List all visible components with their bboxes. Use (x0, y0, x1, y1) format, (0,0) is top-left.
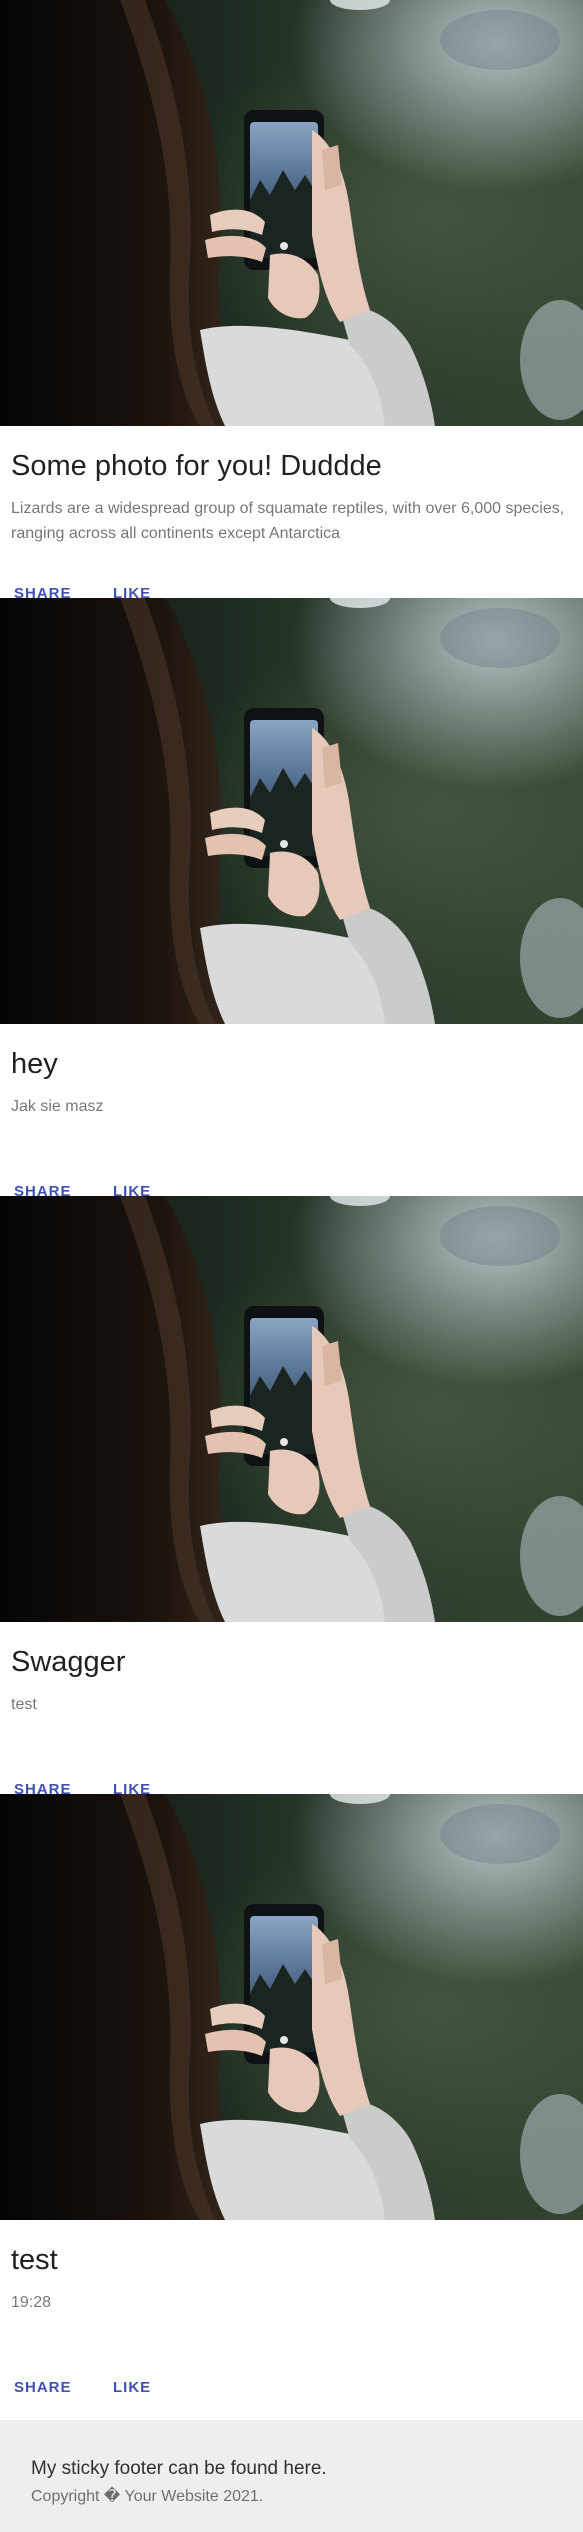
card-photo-svg (0, 1794, 583, 2220)
share-button[interactable]: SHARE (14, 1781, 72, 1794)
card-title: Swagger (11, 1646, 126, 1678)
like-button[interactable]: LIKE (113, 2379, 151, 2393)
card-description: Jak sie masz (11, 1098, 104, 1115)
footer-copyright: Copyright � Your Website 2021. (31, 2488, 264, 2505)
sticky-footer: My sticky footer can be found here. Copy… (0, 2420, 583, 2532)
like-button[interactable]: LIKE (113, 585, 151, 598)
card-image[interactable] (0, 1794, 583, 2220)
card-photo-svg (0, 0, 583, 426)
share-button[interactable]: SHARE (14, 585, 72, 598)
card-title: test (11, 2244, 58, 2276)
card-description: test (11, 1696, 37, 1713)
card-description: 19:28 (11, 2294, 52, 2311)
photo-card: Swagger test SHARE LIKE (0, 1196, 583, 1794)
share-button[interactable]: SHARE (14, 2379, 72, 2393)
card-title: Some photo for you! Duddde (11, 450, 382, 482)
card-image[interactable] (0, 1196, 583, 1622)
card-title: hey (11, 1048, 58, 1080)
footer-text: My sticky footer can be found here. (31, 2458, 327, 2479)
like-button[interactable]: LIKE (113, 1781, 151, 1794)
card-image[interactable] (0, 0, 583, 426)
card-description: Lizards are a widespread group of squama… (11, 500, 565, 542)
card-photo-svg (0, 598, 583, 1024)
page: Some photo for you! Duddde Lizards are a… (0, 0, 583, 2532)
card-photo-svg (0, 1196, 583, 1622)
photo-card: hey Jak sie masz SHARE LIKE (0, 598, 583, 1196)
photo-card: test 19:28 SHARE LIKE (0, 1794, 583, 2393)
like-button[interactable]: LIKE (113, 1183, 151, 1196)
card-image[interactable] (0, 598, 583, 1024)
photo-card: Some photo for you! Duddde Lizards are a… (0, 0, 583, 598)
share-button[interactable]: SHARE (14, 1183, 72, 1196)
